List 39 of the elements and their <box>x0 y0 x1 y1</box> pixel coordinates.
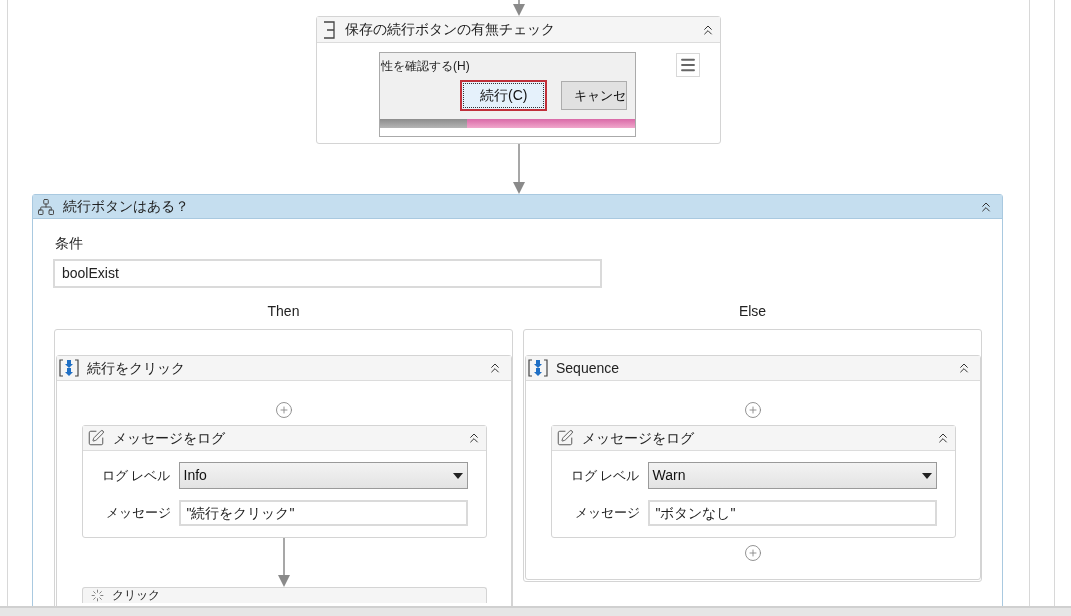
log-icon <box>86 429 105 447</box>
add-activity-icon[interactable] <box>275 401 293 419</box>
flowchart-icon <box>37 197 55 216</box>
preview-caption: 性を確認する(H) <box>380 58 471 75</box>
level-dropdown[interactable]: Warn <box>647 462 937 489</box>
message-field[interactable]: "続行をクリック" <box>178 500 468 526</box>
arrow-connector <box>278 538 290 587</box>
dropdown-caret-icon <box>921 472 932 479</box>
arrow-connector <box>512 144 525 194</box>
log-icon <box>555 429 574 447</box>
condition-field[interactable]: boolExist <box>53 259 602 288</box>
add-activity-icon[interactable] <box>744 401 762 419</box>
activity-title: メッセージをログ <box>581 428 695 448</box>
if-title: 続行ボタンはある？ <box>63 197 190 216</box>
field-label: メッセージ <box>104 504 172 523</box>
condition-label: 条件 <box>55 234 84 253</box>
menu-icon <box>679 56 697 74</box>
activity-title: 保存の続行ボタンの有無チェック <box>345 20 556 39</box>
message-field[interactable]: "ボタンなし" <box>647 500 937 526</box>
dropdown-caret-icon <box>452 472 463 479</box>
level-dropdown[interactable]: Info <box>178 462 468 489</box>
add-activity-icon[interactable] <box>744 544 762 562</box>
burst-icon <box>90 589 104 602</box>
sequence-icon <box>59 358 79 378</box>
dialog-button[interactable]: キャンセ <box>561 81 628 110</box>
field-label: ログ レベル <box>100 466 172 485</box>
field-label: メッセージ <box>573 504 641 523</box>
sequence-icon <box>528 358 548 378</box>
arrow-connector <box>512 0 525 16</box>
activity-title: メッセージをログ <box>112 428 226 448</box>
bracket-icon <box>321 19 337 40</box>
branch-label: Then <box>266 302 301 319</box>
sequence-title: 続行をクリック <box>87 358 186 378</box>
menu-button[interactable] <box>676 53 700 77</box>
field-label: ログ レベル <box>569 466 641 485</box>
activity-title: クリック <box>111 588 161 602</box>
sequence-title: Sequence <box>556 358 621 378</box>
branch-label: Else <box>737 302 768 319</box>
dialog-button[interactable]: 続行(C) <box>460 80 548 111</box>
